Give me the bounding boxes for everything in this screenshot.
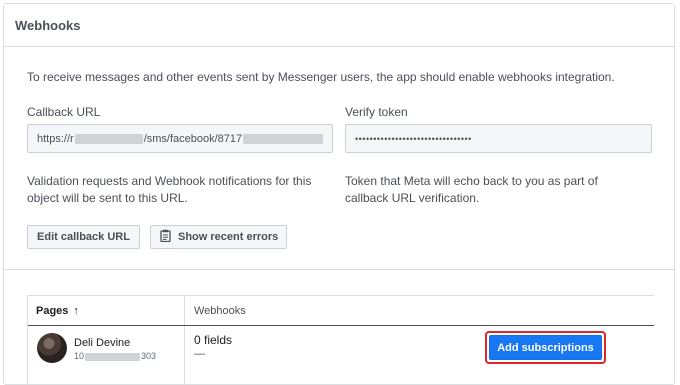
section-divider	[4, 269, 674, 270]
avatar	[37, 333, 67, 363]
callback-url-middle: /sms/facebook/8717	[143, 132, 243, 145]
show-recent-errors-label: Show recent errors	[178, 231, 279, 243]
show-recent-errors-button[interactable]: Show recent errors	[150, 225, 287, 249]
redacted-block	[243, 133, 324, 144]
webhooks-panel: Webhooks To receive messages and other e…	[3, 3, 675, 385]
clipboard-icon	[160, 229, 171, 245]
column-header-webhooks: Webhooks	[194, 304, 246, 317]
column-divider	[184, 296, 185, 384]
column-header-pages[interactable]: Pages ↑	[36, 296, 79, 325]
page-name: Deli Devine	[74, 337, 131, 349]
verify-token-field[interactable]: ••••••••••••••••••••••••••••••••	[345, 124, 652, 153]
callback-url-prefix: https://r	[37, 132, 74, 145]
header-underline	[28, 325, 654, 326]
fields-count: 0 fields	[194, 333, 233, 347]
verify-token-label: Verify token	[345, 105, 408, 119]
redacted-block	[85, 352, 141, 361]
intro-text: To receive messages and other events sen…	[27, 70, 615, 84]
fields-dash: —	[194, 348, 205, 360]
callback-url-label: Callback URL	[27, 105, 101, 119]
verify-description: Token that Meta will echo back to you as…	[345, 174, 598, 205]
page-id: 10 303	[74, 351, 157, 361]
redacted-block	[74, 133, 143, 144]
add-subscriptions-button[interactable]: Add subscriptions	[489, 335, 602, 360]
callback-url-field[interactable]: https://r /sms/facebook/8717	[27, 124, 333, 153]
pages-table: Pages ↑ Webhooks Deli Devine 10 303 0 fie…	[27, 295, 654, 385]
panel-title: Webhooks	[4, 4, 674, 47]
callback-description: Validation requests and Webhook notifica…	[27, 174, 312, 205]
sort-arrow-icon: ↑	[73, 304, 79, 317]
edit-callback-url-button[interactable]: Edit callback URL	[27, 225, 140, 249]
